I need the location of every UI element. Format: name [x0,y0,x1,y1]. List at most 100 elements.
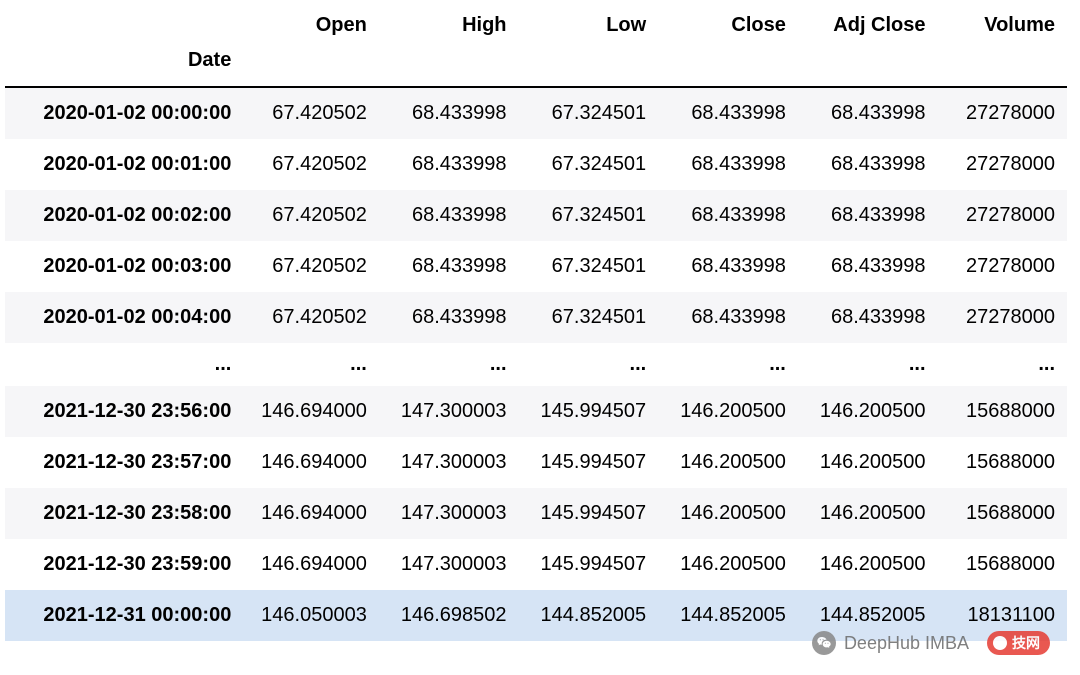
cell-adjclose: 146.200500 [798,539,938,590]
cell-high: 68.433998 [379,87,519,139]
cell-open: 67.420502 [245,292,379,343]
index-header-row: Date [5,43,1067,87]
column-header-close: Close [658,0,798,43]
cell-volume: 18131100 [938,590,1067,641]
cell-volume: 15688000 [938,488,1067,539]
header-blank-corner [5,0,245,43]
cell-open: 67.420502 [245,87,379,139]
cell-volume: 15688000 [938,539,1067,590]
cell-low: 145.994507 [519,488,659,539]
cell-close: 146.200500 [658,539,798,590]
cell-high: 147.300003 [379,488,519,539]
cell-close: 68.433998 [658,241,798,292]
cell-adjclose: 68.433998 [798,87,938,139]
cell-volume: 27278000 [938,241,1067,292]
cell-open: ... [245,343,379,386]
cell-open: 146.694000 [245,437,379,488]
table-row: 2021-12-30 23:59:00 146.694000 147.30000… [5,539,1067,590]
cell-open: 146.694000 [245,488,379,539]
cell-low: 67.324501 [519,139,659,190]
row-index-cell: 2021-12-30 23:56:00 [5,386,245,437]
cell-open: 67.420502 [245,139,379,190]
cell-low: 145.994507 [519,539,659,590]
column-header-volume: Volume [938,0,1067,43]
cell-high: 68.433998 [379,139,519,190]
cell-open: 146.694000 [245,539,379,590]
table-row: 2021-12-30 23:57:00 146.694000 147.30000… [5,437,1067,488]
cell-adjclose: 68.433998 [798,190,938,241]
row-index-cell: 2020-01-02 00:03:00 [5,241,245,292]
column-header-row: Open High Low Close Adj Close Volume [5,0,1067,43]
cell-close: 68.433998 [658,292,798,343]
cell-adjclose: 146.200500 [798,437,938,488]
index-name-label: Date [5,43,245,87]
cell-low: 67.324501 [519,241,659,292]
cell-volume: 15688000 [938,437,1067,488]
cell-adjclose: 68.433998 [798,139,938,190]
cell-high: 147.300003 [379,437,519,488]
header-blank [379,43,519,87]
cell-volume: 27278000 [938,139,1067,190]
row-index-cell: 2021-12-30 23:57:00 [5,437,245,488]
cell-open: 67.420502 [245,190,379,241]
cell-close: 146.200500 [658,386,798,437]
table-row: 2020-01-02 00:02:00 67.420502 68.433998 … [5,190,1067,241]
cell-high: 68.433998 [379,292,519,343]
cell-low: 67.324501 [519,190,659,241]
cell-high: ... [379,343,519,386]
table-row: 2020-01-02 00:04:00 67.420502 68.433998 … [5,292,1067,343]
row-index-cell: 2021-12-30 23:59:00 [5,539,245,590]
cell-low: ... [519,343,659,386]
column-header-low: Low [519,0,659,43]
cell-adjclose: ... [798,343,938,386]
table-row: 2020-01-02 00:01:00 67.420502 68.433998 … [5,139,1067,190]
cell-low: 144.852005 [519,590,659,641]
cell-open: 146.694000 [245,386,379,437]
cell-low: 145.994507 [519,437,659,488]
cell-volume: 15688000 [938,386,1067,437]
cell-volume: 27278000 [938,87,1067,139]
header-blank [798,43,938,87]
cell-low: 67.324501 [519,87,659,139]
cell-high: 68.433998 [379,190,519,241]
cell-adjclose: 68.433998 [798,292,938,343]
header-blank [519,43,659,87]
cell-open: 67.420502 [245,241,379,292]
cell-volume: 27278000 [938,292,1067,343]
cell-high: 68.433998 [379,241,519,292]
row-index-cell: 2020-01-02 00:02:00 [5,190,245,241]
column-header-adj-close: Adj Close [798,0,938,43]
cell-close: 68.433998 [658,139,798,190]
row-index-cell: 2020-01-02 00:04:00 [5,292,245,343]
row-index-cell: 2021-12-30 23:58:00 [5,488,245,539]
table-row-ellipsis: ... ... ... ... ... ... ... [5,343,1067,386]
table-row: 2020-01-02 00:00:00 67.420502 68.433998 … [5,87,1067,139]
cell-adjclose: 146.200500 [798,488,938,539]
cell-high: 147.300003 [379,386,519,437]
cell-close: 146.200500 [658,488,798,539]
cell-adjclose: 144.852005 [798,590,938,641]
row-index-cell: ... [5,343,245,386]
cell-volume: ... [938,343,1067,386]
row-index-cell: 2021-12-31 00:00:00 [5,590,245,641]
row-index-cell: 2020-01-02 00:01:00 [5,139,245,190]
cell-volume: 27278000 [938,190,1067,241]
cell-adjclose: 68.433998 [798,241,938,292]
column-header-open: Open [245,0,379,43]
column-header-high: High [379,0,519,43]
header-blank [938,43,1067,87]
table-body: 2020-01-02 00:00:00 67.420502 68.433998 … [5,87,1067,641]
cell-close: 68.433998 [658,87,798,139]
header-blank [658,43,798,87]
cell-low: 145.994507 [519,386,659,437]
cell-open: 146.050003 [245,590,379,641]
table-row-highlighted: 2021-12-31 00:00:00 146.050003 146.69850… [5,590,1067,641]
dataframe-table: Open High Low Close Adj Close Volume Dat… [5,0,1067,641]
table-row: 2020-01-02 00:03:00 67.420502 68.433998 … [5,241,1067,292]
cell-adjclose: 146.200500 [798,386,938,437]
table-row: 2021-12-30 23:58:00 146.694000 147.30000… [5,488,1067,539]
row-index-cell: 2020-01-02 00:00:00 [5,87,245,139]
cell-high: 146.698502 [379,590,519,641]
cell-low: 67.324501 [519,292,659,343]
cell-close: 68.433998 [658,190,798,241]
